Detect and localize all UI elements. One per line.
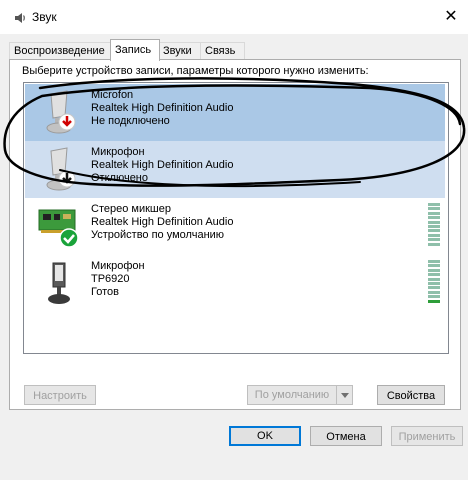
device-name: Microfon — [91, 89, 134, 101]
device-item[interactable]: Стерео микшер Realtek High Definition Au… — [25, 198, 445, 255]
meter-segment — [428, 286, 440, 290]
meter-segment — [428, 203, 440, 206]
properties-button[interactable]: Свойства — [377, 385, 445, 405]
recording-panel: Выберите устройство записи, параметры ко… — [9, 59, 461, 410]
meter-segment — [428, 264, 440, 268]
cancel-button[interactable]: Отмена — [310, 426, 382, 446]
set-default-button[interactable]: По умолчанию — [247, 385, 337, 405]
device-driver: Realtek High Definition Audio — [91, 102, 234, 114]
meter-segment — [428, 268, 440, 272]
meter-segment — [428, 282, 440, 285]
sound-card-icon — [38, 209, 79, 248]
chevron-down-icon[interactable] — [337, 385, 353, 405]
meter-segment — [428, 242, 440, 246]
microphone-icon — [48, 262, 70, 304]
speaker-icon — [15, 13, 25, 23]
meter-segment — [428, 216, 440, 220]
level-meter — [428, 203, 440, 247]
device-name: Стерео микшер — [91, 203, 171, 215]
tab-communications[interactable]: Связь — [200, 42, 245, 60]
close-button[interactable]: ✕ — [440, 6, 462, 28]
meter-segment — [428, 229, 440, 233]
meter-segment — [428, 277, 440, 281]
device-status: Готов — [91, 286, 119, 298]
black-down-arrow-badge — [58, 170, 76, 188]
meter-segment — [428, 238, 440, 242]
meter-segment — [428, 295, 440, 299]
device-item[interactable]: Microfon Realtek High Definition Audio Н… — [25, 84, 445, 141]
level-meter — [428, 260, 440, 304]
microphone-icon — [46, 90, 76, 134]
ok-button[interactable]: OK — [229, 426, 301, 446]
window-title: Звук — [32, 10, 57, 24]
device-item[interactable]: Микрофон TP6920 Готов — [25, 255, 445, 312]
sound-dialog: Воспроизведение Запись Звуки Связь Выбер… — [0, 34, 468, 480]
apply-button[interactable]: Применить — [391, 426, 463, 446]
meter-segment — [428, 273, 440, 277]
tab-playback[interactable]: Воспроизведение — [9, 42, 112, 60]
device-name: Микрофон — [91, 146, 145, 158]
title-bar: Звук ✕ — [0, 0, 468, 34]
microphone-icon — [46, 147, 76, 191]
meter-segment — [428, 260, 440, 263]
tab-recording[interactable]: Запись — [110, 39, 160, 61]
device-name: Микрофон — [91, 260, 145, 272]
set-default-dropdown[interactable]: По умолчанию — [247, 385, 353, 405]
meter-segment — [428, 211, 440, 215]
red-down-arrow-badge — [58, 113, 76, 131]
meter-segment — [428, 290, 440, 294]
device-status: Не подключено — [91, 115, 170, 127]
tab-sounds[interactable]: Звуки — [158, 42, 202, 60]
configure-button[interactable]: Настроить — [24, 385, 96, 405]
meter-segment — [428, 225, 440, 228]
instruction-text: Выберите устройство записи, параметры ко… — [22, 65, 369, 77]
device-driver: Realtek High Definition Audio — [91, 159, 234, 171]
device-list[interactable]: Microfon Realtek High Definition Audio Н… — [23, 82, 449, 354]
green-check-badge — [59, 228, 79, 248]
meter-segment — [428, 220, 440, 224]
device-driver: Realtek High Definition Audio — [91, 216, 234, 228]
device-item[interactable]: Микрофон Realtek High Definition Audio О… — [25, 141, 445, 198]
meter-segment — [428, 299, 440, 303]
device-status: Отключено — [91, 172, 148, 184]
device-status: Устройство по умолчанию — [91, 229, 225, 241]
meter-segment — [428, 207, 440, 211]
device-driver: TP6920 — [91, 273, 130, 285]
meter-segment — [428, 233, 440, 237]
